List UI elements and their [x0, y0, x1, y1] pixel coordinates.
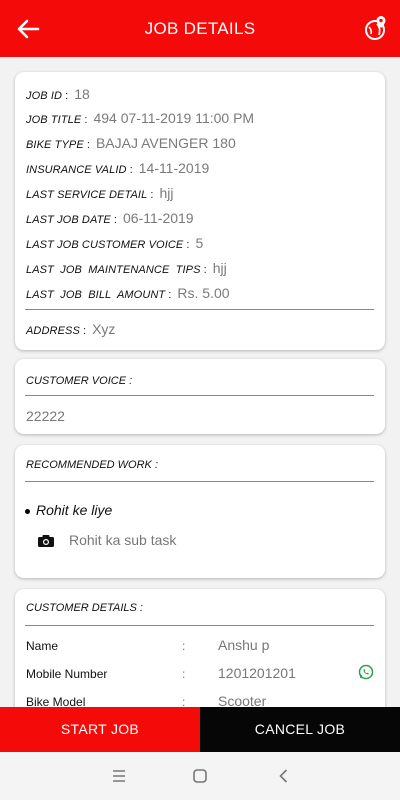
- colon: :: [182, 695, 186, 707]
- customer-voice-label: CUSTOMER VOICE :: [26, 375, 133, 387]
- action-bar: START JOB CANCEL JOB: [0, 707, 400, 752]
- task-label: Rohit ke liye: [36, 502, 113, 518]
- last-job-customer-voice-label: LAST JOB CUSTOMER VOICE: [26, 239, 184, 251]
- last-service-detail-row: LAST SERVICE DETAIL : hjj: [26, 185, 174, 201]
- system-nav-bar: [0, 752, 400, 800]
- last-service-detail-value: hjj: [159, 185, 174, 201]
- insurance-valid-label: INSURANCE VALID: [26, 164, 127, 176]
- bike-model-label: Bike Model: [26, 695, 86, 707]
- address-value: Xyz: [92, 321, 116, 337]
- divider: [25, 625, 374, 626]
- last-job-bill-amount-value: Rs. 5.00: [177, 285, 230, 301]
- recommended-work-label: RECOMMENDED WORK :: [26, 459, 158, 471]
- bullet-icon: [25, 508, 30, 514]
- divider: [25, 395, 374, 396]
- divider: [25, 481, 374, 482]
- last-job-date-value: 06-11-2019: [123, 210, 194, 226]
- job-title-value: 494 07-11-2019 11:00 PM: [93, 110, 255, 126]
- chevron-left-icon[interactable]: [275, 767, 293, 785]
- app-bar: JOB DETAILS: [0, 0, 400, 57]
- insurance-valid-row: INSURANCE VALID : 14-11-2019: [26, 160, 210, 176]
- colon: :: [182, 639, 186, 653]
- customer-details-label: CUSTOMER DETAILS :: [26, 602, 143, 614]
- last-job-customer-voice-value: 5: [195, 235, 204, 251]
- job-title-row: JOB TITLE : 494 07-11-2019 11:00 PM: [26, 110, 255, 126]
- last-job-bill-amount-label: LAST JOB BILL AMOUNT: [26, 289, 166, 301]
- name-value: Anshu p: [218, 637, 270, 653]
- recommended-work-card: RECOMMENDED WORK : Rohit ke liye Rohit k…: [15, 445, 385, 578]
- last-service-detail-label: LAST SERVICE DETAIL: [26, 189, 148, 201]
- address-label: ADDRESS: [26, 325, 80, 337]
- job-id-value: 18: [74, 86, 90, 102]
- job-id-label: JOB ID: [26, 90, 63, 102]
- customer-details-card: CUSTOMER DETAILS : Name : Anshu p Mobile…: [15, 589, 385, 707]
- divider: [25, 309, 374, 310]
- mobile-number-value: 1201201201: [218, 665, 296, 681]
- whatsapp-icon[interactable]: [358, 664, 374, 680]
- recommended-subtask[interactable]: Rohit ka sub task: [37, 532, 176, 548]
- map-pin-globe-icon[interactable]: [362, 15, 388, 41]
- bike-model-value: Scooter: [218, 693, 267, 707]
- last-job-customer-voice-row: LAST JOB CUSTOMER VOICE : 5: [26, 235, 204, 251]
- bike-type-row: BIKE TYPE : BAJAJ AVENGER 180: [26, 135, 236, 151]
- page-title: JOB DETAILS: [144, 19, 256, 38]
- customer-voice-card: CUSTOMER VOICE : 22222: [15, 359, 385, 434]
- customer-voice-value: 22222: [26, 408, 65, 424]
- subtask-label: Rohit ka sub task: [69, 532, 177, 548]
- cancel-job-button[interactable]: CANCEL JOB: [200, 707, 400, 752]
- camera-icon[interactable]: [37, 534, 55, 548]
- colon: :: [182, 667, 186, 681]
- last-job-maintenance-tips-value: hjj: [212, 260, 227, 276]
- job-title-label: JOB TITLE: [26, 114, 82, 126]
- insurance-valid-value: 14-11-2019: [138, 160, 210, 176]
- last-job-date-row: LAST JOB DATE : 06-11-2019: [26, 210, 194, 226]
- recommended-task: Rohit ke liye: [25, 502, 112, 518]
- last-job-maintenance-tips-label: LAST JOB MAINTENANCE TIPS: [26, 264, 201, 276]
- job-id-row: JOB ID : 18: [26, 86, 90, 102]
- last-job-bill-amount-row: LAST JOB BILL AMOUNT : Rs. 5.00: [26, 285, 230, 301]
- address-row: ADDRESS : Xyz: [26, 321, 116, 337]
- bike-type-label: BIKE TYPE: [26, 139, 84, 151]
- last-job-date-label: LAST JOB DATE: [26, 214, 111, 226]
- job-info-card: JOB ID : 18 JOB TITLE : 494 07-11-2019 1…: [15, 72, 385, 350]
- last-job-maintenance-tips-row: LAST JOB MAINTENANCE TIPS : hjj: [26, 260, 227, 276]
- start-job-button[interactable]: START JOB: [0, 707, 200, 752]
- bike-type-value: BAJAJ AVENGER 180: [95, 135, 236, 151]
- square-home-icon[interactable]: [191, 767, 209, 785]
- content-scroll[interactable]: JOB ID : 18 JOB TITLE : 494 07-11-2019 1…: [0, 57, 400, 707]
- menu-lines-icon[interactable]: [110, 767, 128, 785]
- mobile-number-label: Mobile Number: [26, 667, 108, 681]
- name-label: Name: [26, 639, 59, 653]
